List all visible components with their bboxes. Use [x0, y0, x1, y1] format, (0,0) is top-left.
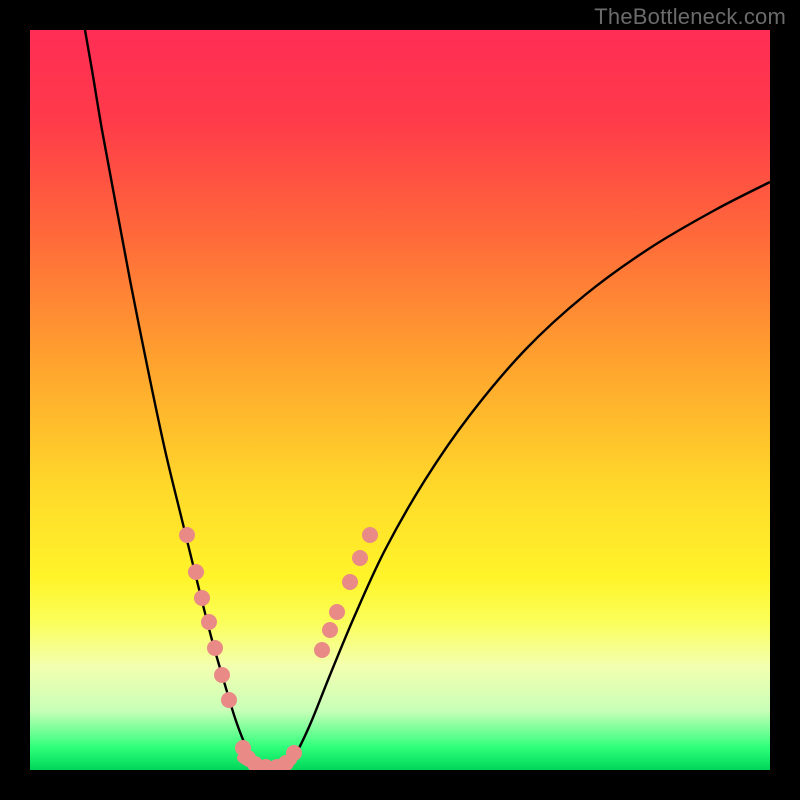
right-curve	[288, 182, 770, 765]
plot-frame	[30, 30, 770, 770]
data-dot	[188, 564, 204, 580]
data-dot	[207, 640, 223, 656]
left-curve	[85, 30, 258, 765]
data-dot	[314, 642, 330, 658]
data-dot	[214, 667, 230, 683]
dot-layer	[179, 527, 378, 770]
data-dot	[194, 590, 210, 606]
data-dot	[201, 614, 217, 630]
data-dot	[221, 692, 237, 708]
data-dot	[362, 527, 378, 543]
watermark-text: TheBottleneck.com	[594, 4, 786, 30]
data-dot	[179, 527, 195, 543]
data-dot	[329, 604, 345, 620]
data-dot	[286, 745, 302, 761]
curve-layer	[30, 30, 770, 770]
data-dot	[322, 622, 338, 638]
data-dot	[342, 574, 358, 590]
data-dot	[352, 550, 368, 566]
